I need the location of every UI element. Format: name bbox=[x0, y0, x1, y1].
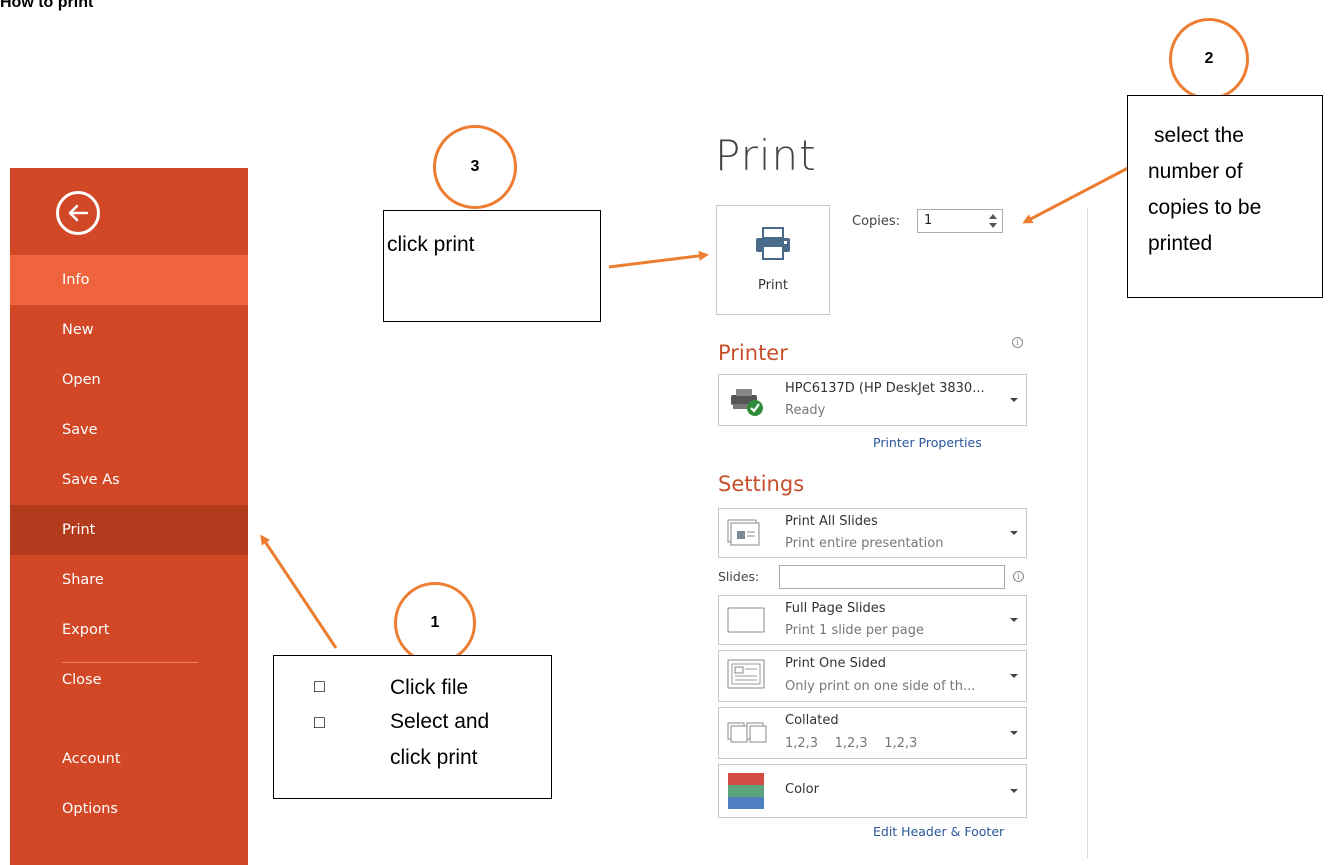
step3-number: 3 bbox=[470, 158, 480, 175]
step1-line: Select and bbox=[390, 710, 490, 733]
step2-line: copies to be bbox=[1148, 196, 1262, 219]
bullet-icon: □ bbox=[314, 676, 325, 696]
step2-line: number of bbox=[1148, 160, 1243, 183]
step3-text: click print bbox=[387, 233, 475, 256]
step2-line: select the bbox=[1154, 124, 1244, 147]
step2-note: select the number of copies to be printe… bbox=[1127, 95, 1323, 298]
step3-note: click print bbox=[383, 210, 601, 322]
step1-line: Click file bbox=[390, 676, 469, 699]
step1-circle: 1 bbox=[394, 582, 476, 664]
step2-circle: 2 bbox=[1169, 18, 1249, 100]
step1-number: 1 bbox=[430, 614, 440, 631]
arrow-step2 bbox=[1022, 166, 1129, 224]
step2-number: 2 bbox=[1204, 50, 1214, 67]
bullet-icon: □ bbox=[314, 712, 325, 732]
step1-note: □ Click file □ Select and click print bbox=[273, 655, 552, 799]
arrow-step3 bbox=[608, 250, 709, 269]
arrow-step1 bbox=[260, 534, 338, 649]
step2-line: printed bbox=[1148, 232, 1213, 255]
step3-circle: 3 bbox=[433, 125, 517, 209]
step1-line: click print bbox=[390, 746, 478, 769]
